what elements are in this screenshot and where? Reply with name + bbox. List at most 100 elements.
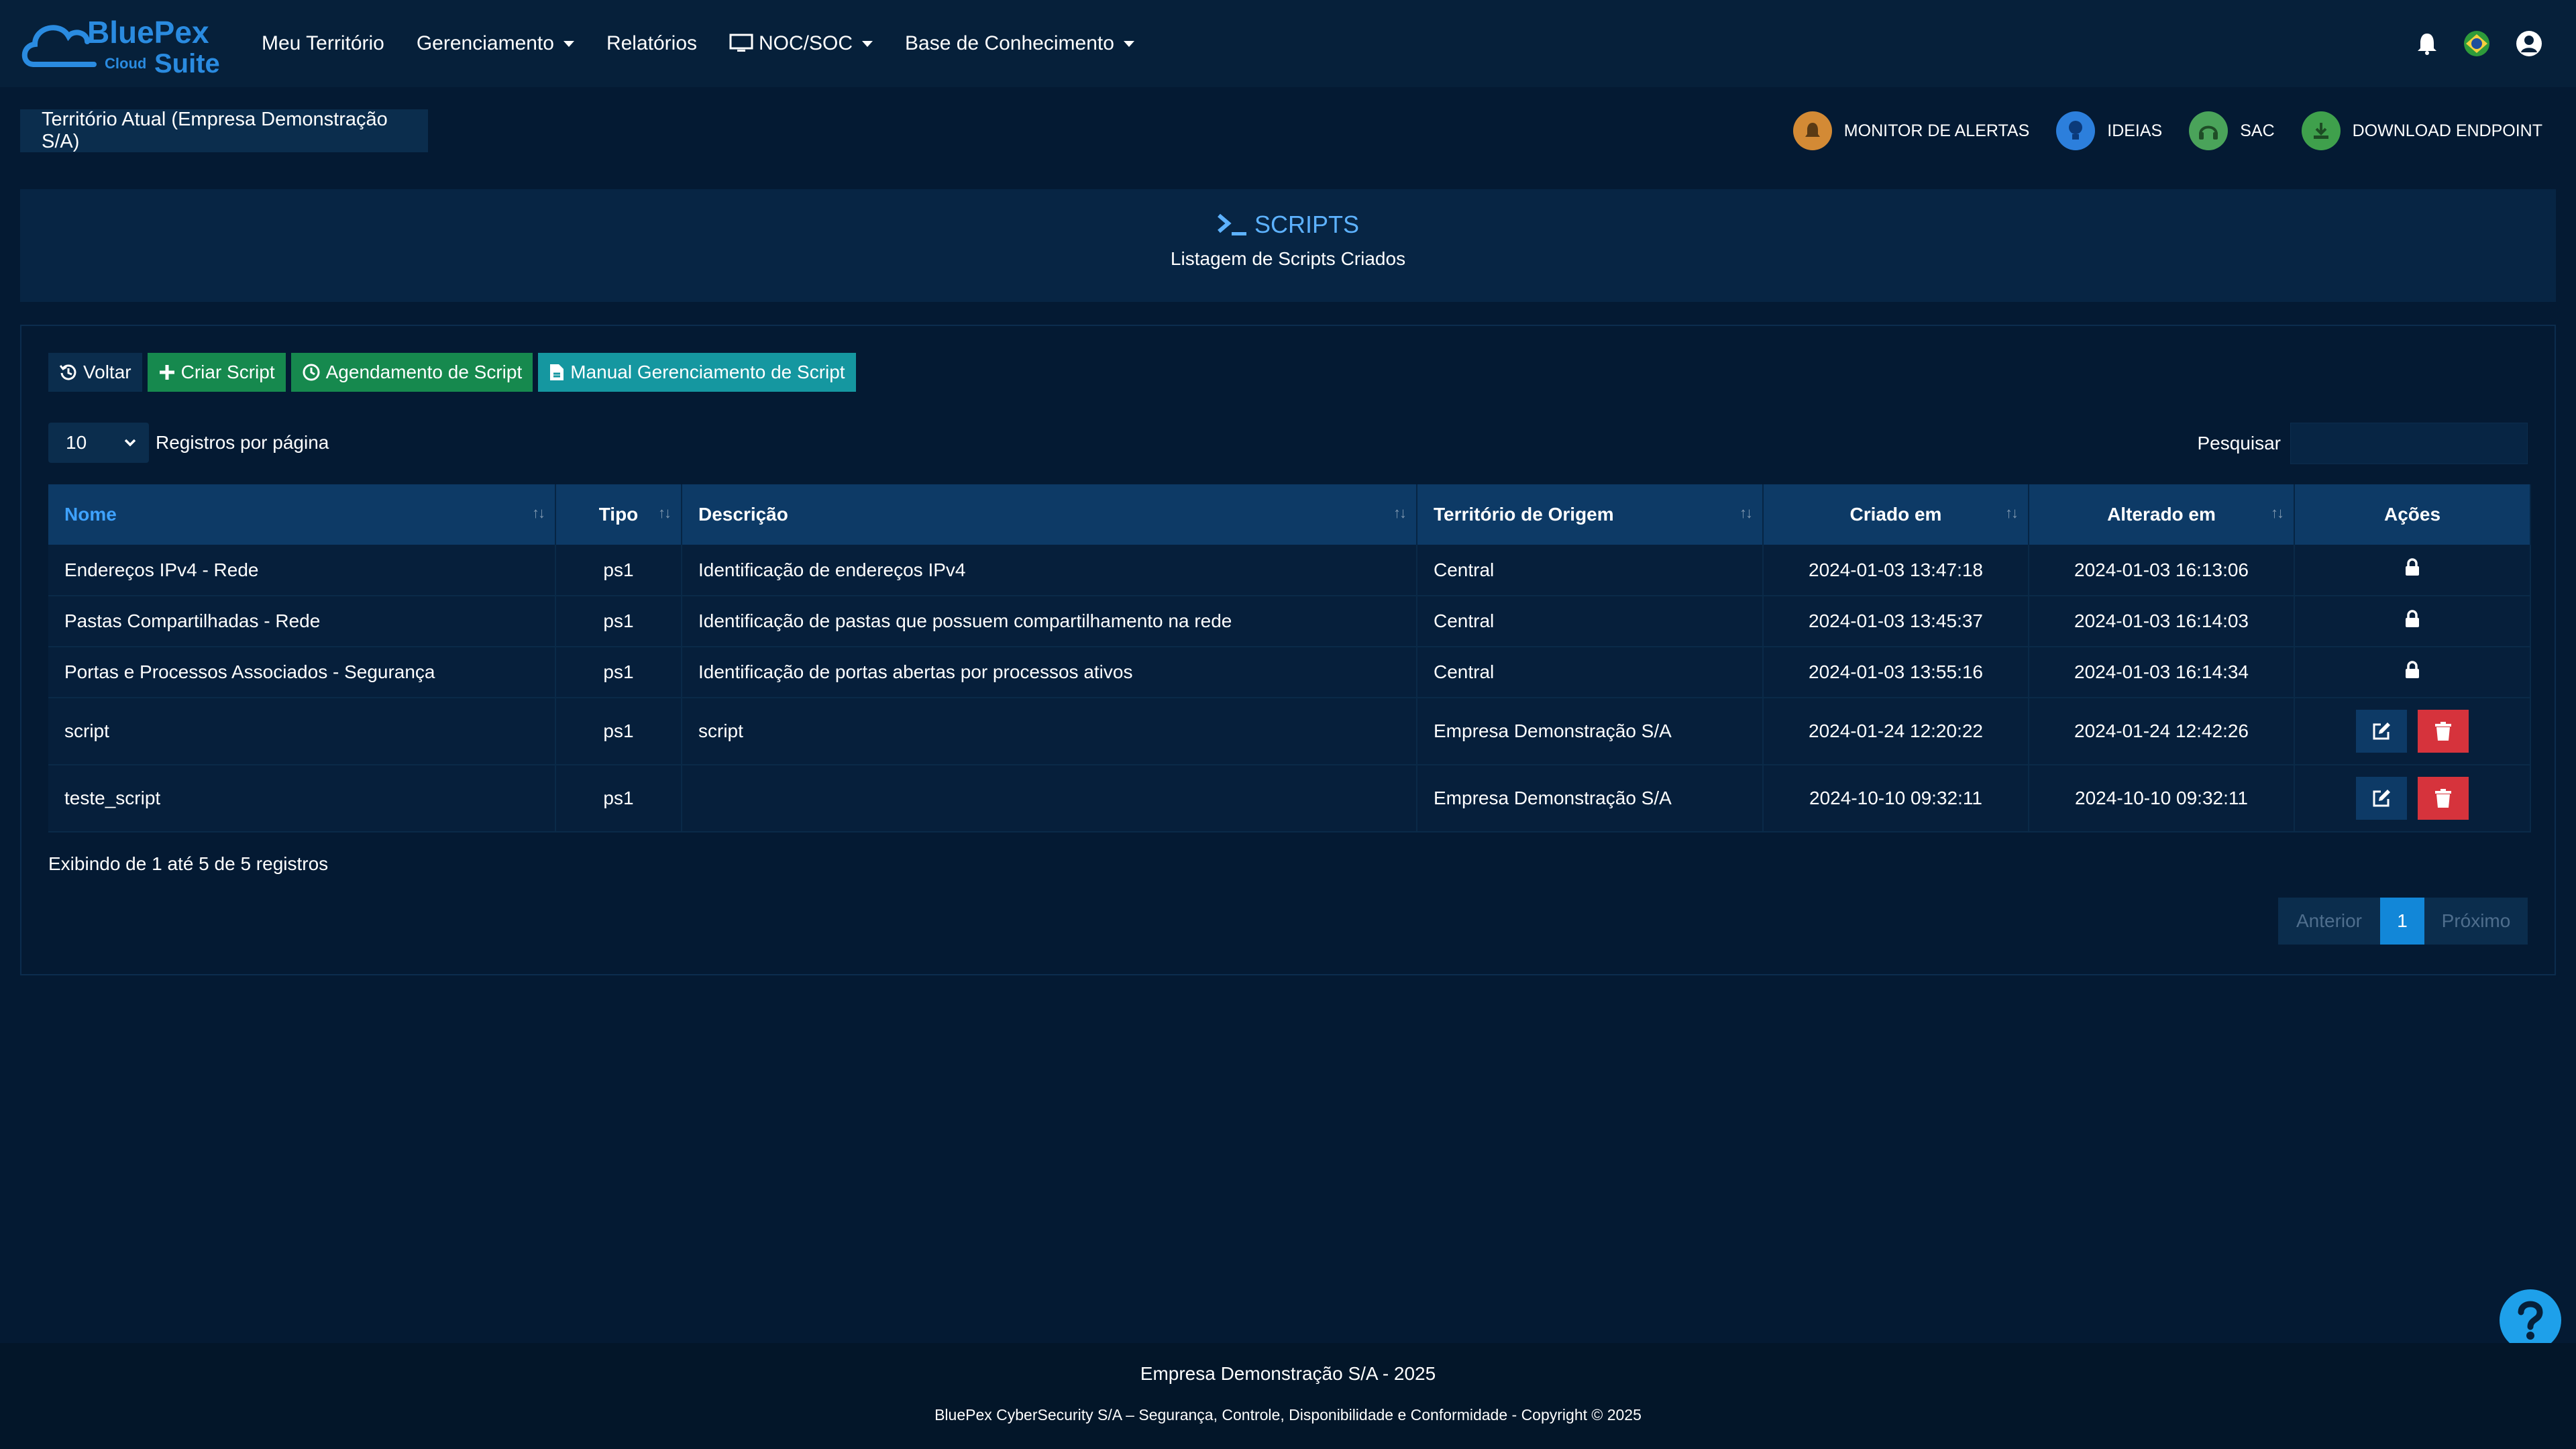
sub-header: Território Atual (Empresa Demonstração S… [0, 87, 2576, 169]
cell-tipo: ps1 [555, 698, 682, 765]
file-icon [550, 364, 564, 380]
brand-name-bottom: Suite [154, 49, 220, 76]
brazil-flag-icon[interactable] [2463, 30, 2490, 57]
quick-download-endpoint[interactable]: DOWNLOAD ENDPOINT [2301, 111, 2542, 150]
cell-nome: script [48, 698, 556, 765]
user-icon[interactable] [2516, 30, 2542, 57]
delete-button[interactable] [2417, 710, 2469, 753]
col-header-descricao[interactable]: Descrição ↑↓ [682, 484, 1417, 545]
table-row: Endereços IPv4 - Rede ps1 Identificação … [48, 545, 2531, 596]
nav-base-conhecimento[interactable]: Base de Conhecimento [905, 32, 1134, 55]
monitor-icon [729, 34, 753, 52]
cell-nome: teste_script [48, 765, 556, 833]
cell-criado: 2024-01-03 13:45:37 [1763, 596, 2029, 647]
cell-acoes [2294, 698, 2531, 765]
cell-acoes [2294, 596, 2531, 647]
caret-down-icon [1123, 40, 1134, 47]
col-header-acoes: Ações [2294, 484, 2531, 545]
brand-name-top: BluePex [87, 15, 209, 50]
schedule-label: Agendamento de Script [325, 362, 523, 382]
chevron-down-icon [124, 439, 136, 447]
col-header-criado[interactable]: Criado em ↑↓ [1763, 484, 2029, 545]
table-header-row: Nome ↑↓ Tipo ↑↓ Descrição ↑↓ Território de … [48, 484, 2531, 545]
quick-label: DOWNLOAD ENDPOINT [2352, 121, 2542, 140]
create-script-button[interactable]: Criar Script [147, 353, 286, 392]
back-label: Voltar [83, 362, 131, 382]
quick-monitor-alertas[interactable]: MONITOR DE ALERTAS [1792, 111, 2030, 150]
nav-meu-territorio[interactable]: Meu Território [262, 32, 384, 55]
table-row: teste_script ps1 Empresa Demonstração S/… [48, 765, 2531, 833]
pager-page-button[interactable]: 1 [2380, 898, 2424, 945]
edit-button[interactable] [2356, 777, 2408, 820]
sort-icon: ↑↓ [532, 504, 545, 521]
sort-icon: ↑↓ [2271, 504, 2284, 521]
cell-territorio: Empresa Demonstração S/A [1417, 765, 1764, 833]
trash-icon [2434, 789, 2451, 808]
cell-descricao: Identificação de pastas que possuem comp… [682, 596, 1417, 647]
nav-noc-soc[interactable]: NOC/SOC [729, 32, 873, 55]
lightbulb-icon [2056, 111, 2096, 150]
nav-relatorios[interactable]: Relatórios [606, 32, 697, 55]
col-header-territorio[interactable]: Território de Origem ↑↓ [1417, 484, 1764, 545]
col-header-tipo[interactable]: Tipo ↑↓ [555, 484, 682, 545]
page-size-value: 10 [66, 432, 87, 453]
terminal-icon [1218, 213, 1246, 235]
search-input[interactable] [2290, 423, 2528, 464]
table-info: Exibindo de 1 até 5 de 5 registros [48, 853, 329, 874]
help-button[interactable] [2500, 1289, 2561, 1351]
quick-sac[interactable]: SAC [2189, 111, 2275, 150]
sort-icon: ↑↓ [658, 504, 672, 521]
nav-label: Relatórios [606, 32, 698, 54]
cell-nome: Portas e Processos Associados - Seguranç… [48, 647, 556, 698]
pagination: Anterior 1 Próximo [2278, 898, 2528, 945]
footer-copyright: BluePex CyberSecurity S/A – Segurança, C… [934, 1406, 1642, 1424]
cell-territorio: Central [1417, 545, 1764, 596]
manual-button[interactable]: Manual Gerenciamento de Script [538, 353, 856, 392]
schedule-script-button[interactable]: Agendamento de Script [290, 353, 533, 392]
page-title: SCRIPTS [20, 211, 2556, 239]
cell-alterado: 2024-01-24 12:42:26 [2029, 698, 2295, 765]
quick-label: IDEIAS [2107, 121, 2163, 140]
cell-alterado: 2024-10-10 09:32:11 [2029, 765, 2295, 833]
sort-icon: ↑↓ [1739, 504, 1753, 521]
page-subtitle: Listagem de Scripts Criados [1170, 248, 1406, 269]
title-panel: SCRIPTS Listagem de Scripts Criados [20, 189, 2556, 302]
col-header-nome[interactable]: Nome ↑↓ [48, 484, 556, 545]
current-territory[interactable]: Território Atual (Empresa Demonstração S… [20, 109, 428, 152]
quick-links: MONITOR DE ALERTAS IDEIAS SAC DOWNLOAD E… [1766, 107, 2542, 154]
col-header-alterado[interactable]: Alterado em ↑↓ [2029, 484, 2295, 545]
footer: Empresa Demonstração S/A - 2025 BluePex … [0, 1343, 2576, 1449]
cell-territorio: Empresa Demonstração S/A [1417, 698, 1764, 765]
edit-button[interactable] [2356, 710, 2408, 753]
table-row: script ps1 script Empresa Demonstração S… [48, 698, 2531, 765]
back-button[interactable]: Voltar [48, 353, 142, 392]
page-size-select[interactable]: 10 [48, 423, 149, 463]
cell-alterado: 2024-01-03 16:13:06 [2029, 545, 2295, 596]
edit-icon [2373, 790, 2391, 807]
cell-acoes [2294, 647, 2531, 698]
cell-acoes [2294, 545, 2531, 596]
alert-icon [1792, 111, 1832, 150]
question-icon [2518, 1301, 2543, 1340]
bluepex-logo[interactable]: BluePex Cloud Suite [20, 12, 221, 78]
cell-nome: Pastas Compartilhadas - Rede [48, 596, 556, 647]
page-length-control: 10 Registros por página [48, 423, 329, 463]
quick-ideias[interactable]: IDEIAS [2056, 111, 2162, 150]
cell-territorio: Central [1417, 647, 1764, 698]
delete-button[interactable] [2417, 777, 2469, 820]
cell-tipo: ps1 [555, 596, 682, 647]
cell-nome: Endereços IPv4 - Rede [48, 545, 556, 596]
plus-icon [159, 365, 174, 380]
quick-label: MONITOR DE ALERTAS [1843, 121, 2030, 140]
pager-prev-button[interactable]: Anterior [2278, 898, 2380, 945]
cell-territorio: Central [1417, 596, 1764, 647]
nav-gerenciamento[interactable]: Gerenciamento [417, 32, 574, 55]
nav-label: Meu Território [262, 32, 384, 54]
cell-criado: 2024-01-24 12:20:22 [1763, 698, 2029, 765]
bell-icon[interactable] [2416, 32, 2438, 55]
cell-criado: 2024-10-10 09:32:11 [1763, 765, 2029, 833]
download-icon [2301, 111, 2341, 150]
pager-next-button[interactable]: Próximo [2424, 898, 2528, 945]
lock-icon [2406, 558, 2419, 576]
nav-right-icons [2391, 0, 2542, 87]
